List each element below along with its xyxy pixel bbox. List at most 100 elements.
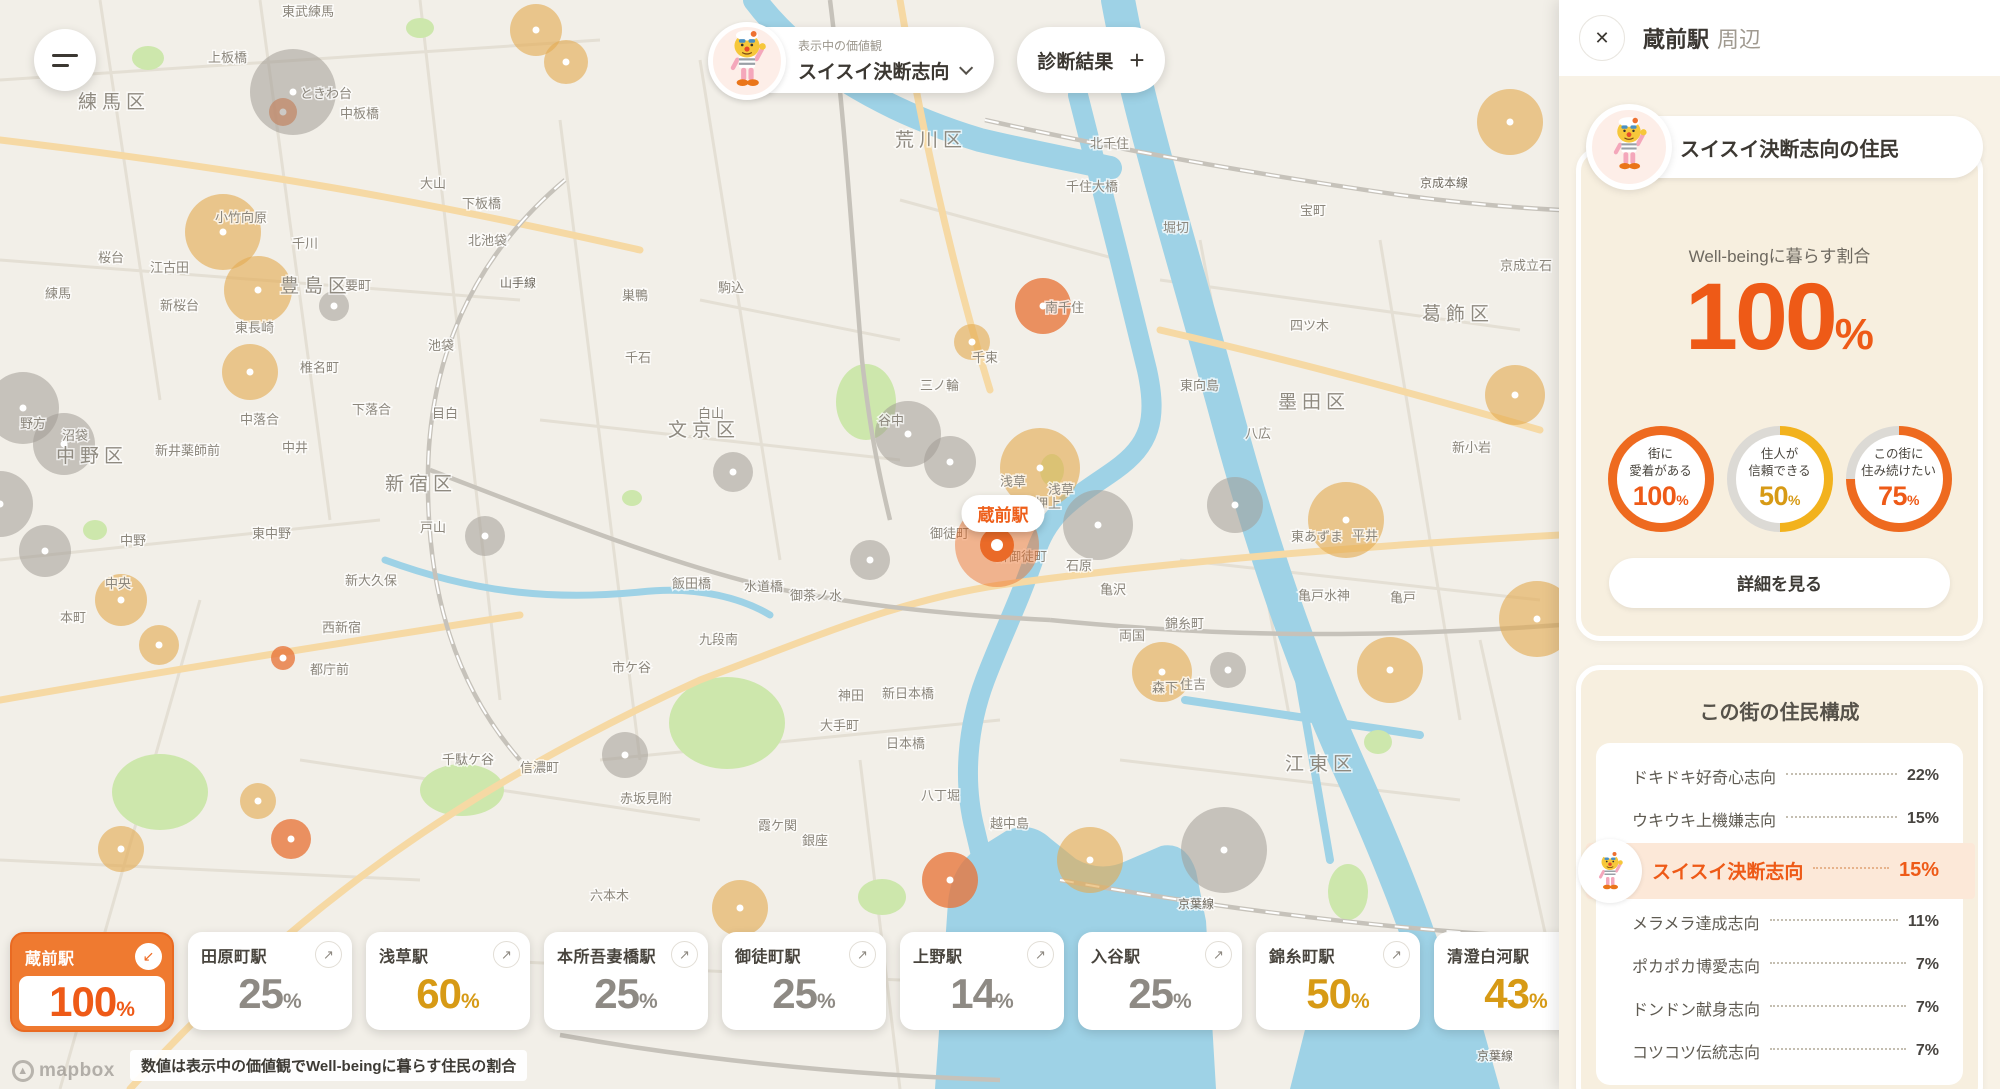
circle-center-dot [969,339,976,346]
composition-row[interactable]: ウキウキ上機嫌志向 15% [1632,798,1939,841]
close-button[interactable]: ✕ [1579,15,1625,61]
gauge-2: 住人が信頼できる 50% [1727,426,1833,532]
circle-center-dot [622,752,629,759]
station-card-1[interactable]: 蔵前駅 ↙ 100% [10,932,174,1032]
map-label: 銀座 [802,833,828,848]
composition-row[interactable]: ドキドキ好奇心志向 22% [1632,755,1939,798]
arrow-up-right-icon[interactable]: ↗ [1027,941,1054,968]
circle-center-dot [947,877,954,884]
map-label: 八広 [1245,426,1271,441]
persona-name: スイスイ決断志向の住民 [1680,133,1899,162]
map-label: 東長崎 [235,320,274,335]
metric-unit: % [1835,310,1874,359]
arrow-up-right-icon[interactable]: ↗ [493,941,520,968]
circle-center-dot [730,469,737,476]
plus-icon: + [1129,47,1144,73]
station-value: 60% [366,970,530,1018]
map-label: 巣鴨 [622,288,648,303]
map-label: 千石 [625,350,651,365]
composition-value: 7% [1916,1042,1939,1060]
mapbox-attribution[interactable]: ▲ mapbox [12,1060,115,1082]
map-label: 椎名町 [300,360,339,375]
detail-button[interactable]: 詳細を見る [1609,558,1950,608]
dotted-leader [1770,1005,1906,1007]
station-card-5[interactable]: 御徒町駅 ↗ 25% [722,932,886,1030]
circle-center-dot [1087,857,1094,864]
station-card-3[interactable]: 浅草駅 ↗ 60% [366,932,530,1030]
arrow-up-right-icon[interactable]: ↗ [849,941,876,968]
map-label: 神田 [838,688,864,703]
map-label: 亀沢 [1100,582,1126,597]
circle-center-dot [255,798,262,805]
selected-station-label[interactable]: 蔵前駅 [962,495,1045,532]
circle-center-dot [1225,667,1232,674]
station-cards-row: 蔵前駅 ↙ 100% 田原町駅 ↗ 25% 浅草駅 ↗ 60% 本所吾妻橋駅 ↗… [10,932,1598,1032]
map-label: 九段南 [699,632,738,647]
station-name: 蔵前駅 [25,945,75,969]
gauge-value: 50% [1759,481,1800,512]
station-card-2[interactable]: 田原町駅 ↗ 25% [188,932,352,1030]
map-label: 中野区 [56,445,128,467]
map-label: 中板橋 [340,106,379,121]
map-label: 新大久保 [345,573,397,588]
persona-avatar-icon [1586,104,1672,190]
map-label: 両国 [1119,628,1145,643]
circle-center-dot [331,303,338,310]
map-label: 下板橋 [462,196,501,211]
map-label: 目白 [432,406,458,421]
wellbeing-card: Well-beingに暮らす割合 100% 街に愛着がある 100% 住人が信頼… [1576,147,1983,641]
map-label: 山手線 [500,275,536,290]
value-selector[interactable]: 表示中の価値観 スイスイ決断志向 [712,27,994,93]
arrow-up-right-icon[interactable]: ↗ [1383,941,1410,968]
station-value: 25% [1078,970,1242,1018]
menu-button[interactable] [34,29,96,91]
composition-value: 15% [1907,810,1939,828]
arrow-down-left-icon[interactable]: ↙ [135,943,162,970]
map-label: 飯田橋 [672,576,711,591]
map-label: 江古田 [150,260,189,275]
station-card-8[interactable]: 錦糸町駅 ↗ 50% [1256,932,1420,1030]
map-label: 錦糸町 [1165,616,1204,631]
map-label: 上板橋 [208,50,247,65]
composition-title: この街の住民構成 [1581,696,1978,725]
station-name: 入谷駅 [1091,943,1141,967]
composition-row-highlighted[interactable]: スイスイ決断志向 15% [1586,843,1975,899]
map-label: 江東区 [1285,753,1357,775]
dotted-leader [1786,816,1897,818]
dotted-leader [1770,1048,1906,1050]
station-name: 田原町駅 [201,943,267,967]
gauge-label: 街に愛着がある [1629,446,1692,480]
composition-row[interactable]: ポカポカ博愛志向 7% [1632,944,1939,987]
station-card-7[interactable]: 入谷駅 ↗ 25% [1078,932,1242,1030]
wellbeing-metric: Well-beingに暮らす割合 100% [1607,216,1952,396]
map-label: 大手町 [820,718,859,733]
arrow-up-right-icon[interactable]: ↗ [671,941,698,968]
composition-row[interactable]: メラメラ達成志向 11% [1632,901,1939,944]
station-card-6[interactable]: 上野駅 ↗ 14% [900,932,1064,1030]
map-label: 堀切 [1163,220,1189,235]
diagnosis-button-label: 診断結果 [1037,47,1113,74]
gauge-value: 75% [1878,481,1919,512]
composition-row[interactable]: コツコツ伝統志向 7% [1632,1030,1939,1073]
map-label: 墨田区 [1278,392,1350,413]
circle-center-dot [533,27,540,34]
composition-row[interactable]: ドンドン献身志向 7% [1632,987,1939,1030]
circle-center-dot [563,59,570,66]
dotted-leader [1786,773,1897,775]
circle-center-dot [156,642,163,649]
map-label: 六本木 [590,888,629,903]
composition-label: ドンドン献身志向 [1632,996,1760,1020]
diagnosis-button[interactable]: 診断結果 + [1017,27,1165,93]
mascot-icon [716,28,778,90]
circle-center-dot [482,533,489,540]
circle-center-dot [118,846,125,853]
arrow-up-right-icon[interactable]: ↗ [315,941,342,968]
arrow-up-right-icon[interactable]: ↗ [1205,941,1232,968]
map-label: 八丁堀 [921,788,960,803]
station-name: 上野駅 [913,943,963,967]
map-label: 赤坂見附 [620,791,672,806]
station-card-4[interactable]: 本所吾妻橋駅 ↗ 25% [544,932,708,1030]
circle-center-dot [1232,502,1239,509]
sidebar-body: スイスイ決断志向の住民 Well-beingに暮らす割合 100% 街に愛着 [1559,76,2000,1089]
map-label: 千駄ケ谷 [442,752,494,767]
